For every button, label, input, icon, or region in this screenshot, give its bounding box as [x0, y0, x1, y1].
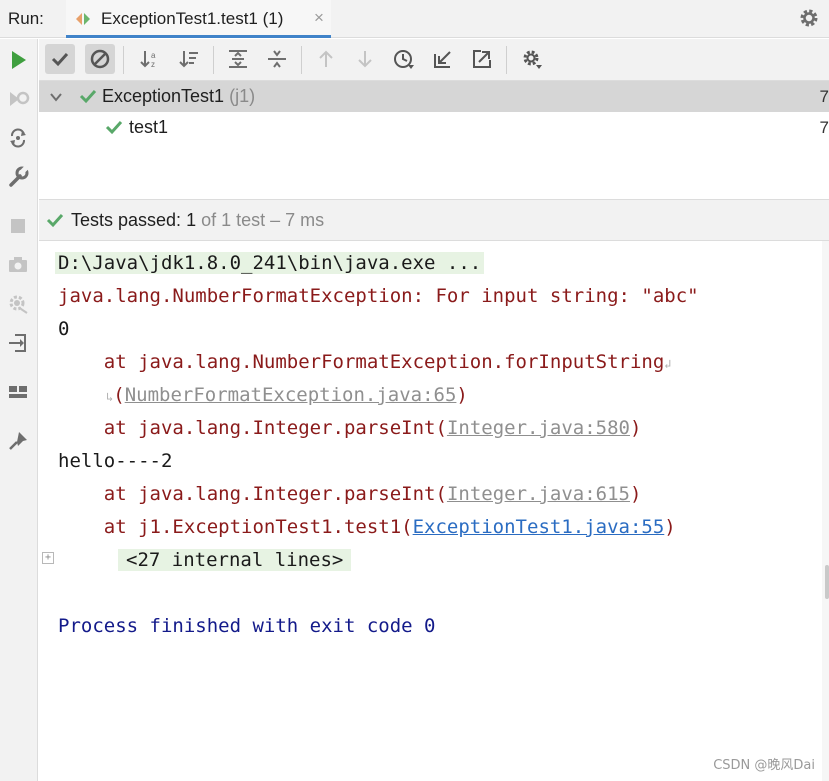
stack-line-3-close: ) — [629, 483, 642, 505]
svg-text:a: a — [151, 51, 156, 60]
tree-root-package: (j1) — [229, 86, 256, 106]
test-toolbar: a z — [39, 39, 829, 81]
toolbar-separator — [213, 46, 214, 74]
run-tab[interactable]: ExceptionTest1.test1 (1) × — [66, 0, 331, 38]
console-exception: java.lang.NumberFormatException: For inp… — [58, 285, 699, 307]
expand-all-icon[interactable] — [223, 44, 253, 74]
sort-duration-icon[interactable] — [174, 44, 204, 74]
passed-check-icon — [46, 212, 64, 233]
show-ignored-icon[interactable] — [85, 44, 115, 74]
rerun-failed-icon[interactable] — [5, 86, 31, 112]
exit-icon[interactable] — [5, 330, 31, 356]
stack-link-1[interactable]: NumberFormatException.java:65 — [125, 384, 457, 406]
status-label: Tests passed: — [71, 210, 182, 230]
status-rest: of 1 test – 7 ms — [201, 210, 325, 230]
layout-icon[interactable] — [5, 379, 31, 405]
stack-line-4-close: ) — [664, 516, 676, 538]
soft-wrap-icon: ↲ — [664, 357, 672, 371]
next-failed-icon[interactable] — [350, 44, 380, 74]
stack-link-2[interactable]: Integer.java:580 — [447, 417, 630, 439]
console-hello: hello----2 — [58, 450, 173, 472]
close-icon[interactable]: × — [314, 8, 324, 28]
test-tree: ExceptionTest1 (j1) 7 test1 7 — [39, 81, 829, 199]
toggle-auto-test-icon[interactable] — [5, 125, 31, 151]
console-output[interactable]: D:\Java\jdk1.8.0_241\bin\java.exe ... ja… — [39, 241, 822, 781]
gear-icon[interactable] — [517, 44, 547, 74]
junit-run-icon — [74, 10, 94, 28]
show-passed-icon[interactable] — [45, 44, 75, 74]
collapse-all-icon[interactable] — [262, 44, 292, 74]
toolbar-separator — [506, 46, 507, 74]
run-label: Run: — [8, 9, 44, 28]
sort-alpha-icon[interactable]: a z — [135, 44, 165, 74]
stack-line-2-close: ) — [629, 417, 642, 439]
tree-row-root[interactable]: ExceptionTest1 (j1) 7 — [39, 81, 829, 112]
tree-root-duration: 7 — [819, 87, 829, 106]
toolbar-separator — [123, 46, 124, 74]
stop-icon[interactable] — [5, 213, 31, 239]
settings-gear-icon[interactable] — [5, 291, 31, 317]
history-icon[interactable] — [389, 44, 419, 74]
tree-child-name: test1 — [129, 117, 169, 137]
stack-line-4: at j1.ExceptionTest1.test1( — [58, 516, 413, 538]
folded-lines[interactable]: <27 internal lines> — [118, 549, 352, 571]
pin-icon[interactable] — [5, 428, 31, 454]
prev-failed-icon[interactable] — [311, 44, 341, 74]
stack-line-1: at java.lang.NumberFormatException.forIn… — [58, 351, 665, 373]
passed-check-icon — [79, 88, 97, 109]
stack-line-3: at java.lang.Integer.parseInt( — [58, 483, 447, 505]
gear-icon[interactable] — [797, 6, 821, 30]
tab-title: ExceptionTest1.test1 (1) — [101, 9, 284, 28]
stack-line-1-close: ) — [456, 384, 468, 406]
export-tests-icon[interactable] — [467, 44, 497, 74]
stack-line-1-open: ( — [113, 384, 125, 406]
console-finished: Process finished with exit code 0 — [58, 615, 436, 637]
status-text: Tests passed: 1 of 1 test – 7 ms — [71, 210, 324, 231]
test-status: Tests passed: 1 of 1 test – 7 ms — [39, 199, 829, 241]
tree-root-name: ExceptionTest1 — [102, 86, 225, 106]
console-scrollbar[interactable] — [822, 241, 829, 781]
run-icon[interactable] — [5, 47, 31, 73]
tree-child-duration: 7 — [819, 118, 829, 137]
camera-icon[interactable] — [5, 252, 31, 278]
status-count: 1 — [186, 210, 197, 230]
run-header: Run: ExceptionTest1.test1 (1) × — [0, 0, 829, 38]
run-sidebar — [0, 39, 38, 781]
toolbar-separator — [301, 46, 302, 74]
stack-link-3[interactable]: Integer.java:615 — [447, 483, 630, 505]
expand-fold-icon[interactable]: + — [42, 552, 54, 564]
scrollbar-thumb[interactable] — [825, 565, 829, 599]
console-zero: 0 — [58, 318, 70, 340]
stack-link-4[interactable]: ExceptionTest1.java:55 — [413, 516, 665, 538]
svg-text:z: z — [151, 60, 155, 69]
watermark: CSDN @晚风Dai — [713, 758, 815, 773]
wrench-icon[interactable] — [5, 164, 31, 190]
passed-check-icon — [105, 119, 123, 140]
chevron-down-icon[interactable] — [49, 90, 63, 108]
console-command[interactable]: D:\Java\jdk1.8.0_241\bin\java.exe ... — [55, 252, 485, 274]
import-tests-icon[interactable] — [428, 44, 458, 74]
tree-row-child[interactable]: test1 7 — [39, 112, 829, 143]
stack-line-2: at java.lang.Integer.parseInt( — [58, 417, 447, 439]
